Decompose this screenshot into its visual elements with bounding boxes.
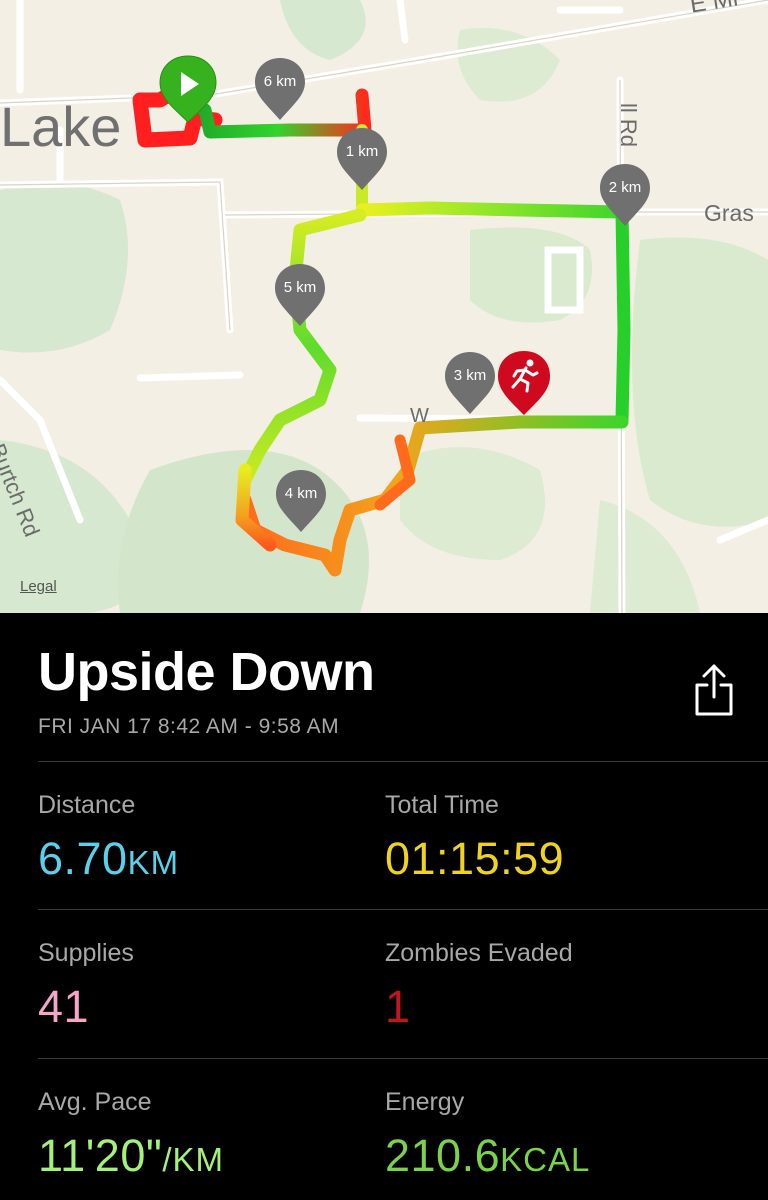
- road-label-ll: ll Rd: [616, 102, 642, 148]
- distance-value: 6.70KM: [38, 833, 180, 884]
- supplies-label: Supplies: [38, 939, 134, 967]
- zombies-evaded-label: Zombies Evaded: [385, 939, 573, 967]
- km-marker-label: 5 km: [283, 279, 317, 296]
- distance-label: Distance: [38, 791, 136, 819]
- zombie-encounter-pin[interactable]: [495, 349, 553, 417]
- km-marker-label: 2 km: [608, 179, 642, 196]
- km-marker-label: 6 km: [263, 73, 297, 90]
- km-marker-label: 3 km: [453, 367, 487, 384]
- run-date-range: FRI JAN 17 8:42 AM - 9:58 AM: [38, 715, 340, 738]
- km-marker-pin[interactable]: 6 km: [253, 56, 307, 122]
- legal-link[interactable]: Legal: [20, 578, 57, 595]
- divider: [38, 909, 768, 910]
- km-marker-pin[interactable]: 1 km: [335, 126, 389, 192]
- zombies-evaded-value: 1: [385, 981, 411, 1032]
- km-marker-label: 1 km: [345, 143, 379, 160]
- km-marker-pin[interactable]: 5 km: [273, 262, 327, 328]
- energy-label: Energy: [385, 1088, 465, 1116]
- road-label-gras: Gras: [704, 200, 754, 226]
- avg-pace-value: 11'20"/KM: [38, 1130, 225, 1181]
- divider: [38, 1058, 768, 1059]
- share-icon: [695, 664, 733, 716]
- start-pin[interactable]: [157, 54, 219, 124]
- km-marker-pin[interactable]: 2 km: [598, 162, 652, 228]
- avg-pace-label: Avg. Pace: [38, 1088, 152, 1116]
- town-label: Lake: [0, 95, 122, 158]
- km-marker-label: 4 km: [284, 485, 318, 502]
- energy-value: 210.6KCAL: [385, 1130, 591, 1181]
- divider: [38, 761, 768, 762]
- total-time-label: Total Time: [385, 791, 499, 819]
- route-map[interactable]: Lake E Mi ll Rd Gras Burtch Rd W Legal 1…: [0, 0, 768, 613]
- run-summary-panel: Upside Down FRI JAN 17 8:42 AM - 9:58 AM…: [0, 613, 768, 1200]
- km-marker-pin[interactable]: 4 km: [274, 468, 328, 534]
- road-label-mid: W: [410, 405, 429, 427]
- map-background: [0, 0, 768, 613]
- supplies-value: 41: [38, 981, 90, 1032]
- km-marker-pin[interactable]: 3 km: [443, 350, 497, 416]
- total-time-value: 01:15:59: [385, 833, 565, 884]
- run-title: Upside Down: [38, 642, 375, 702]
- share-button[interactable]: [692, 663, 736, 717]
